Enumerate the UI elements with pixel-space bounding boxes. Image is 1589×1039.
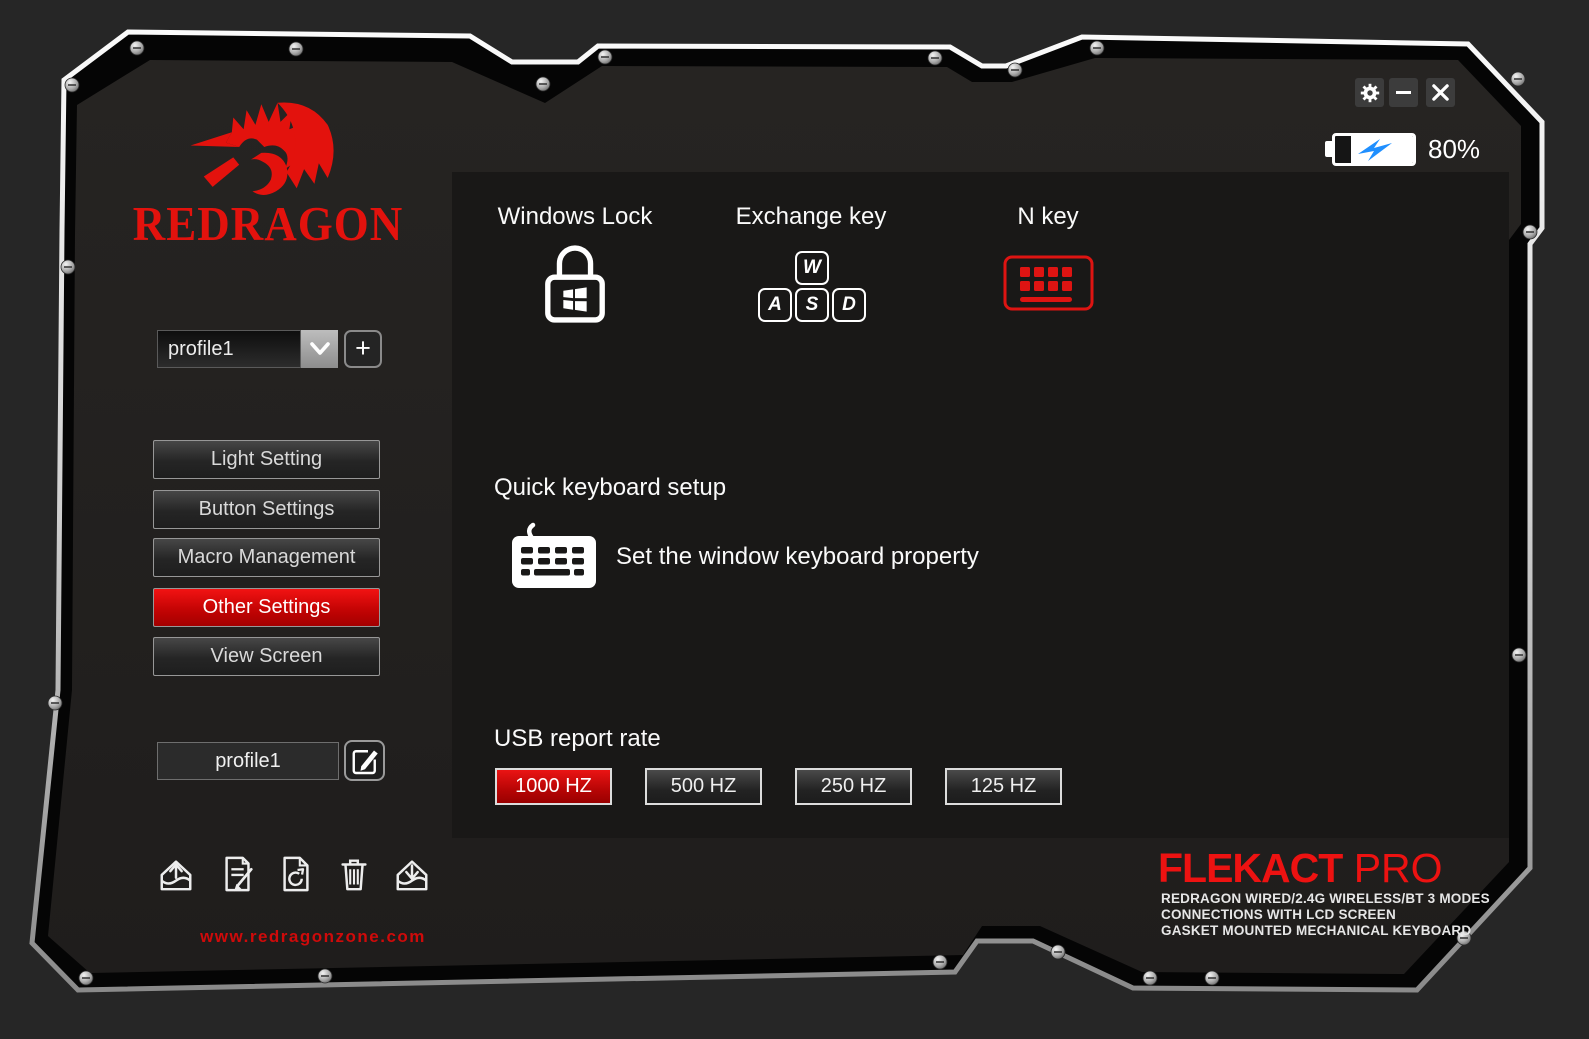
charging-bolt-icon — [1353, 138, 1397, 162]
rate-500hz-button[interactable]: 500 HZ — [645, 768, 762, 805]
quick-setup-description: Set the window keyboard property — [616, 543, 979, 571]
edit-profile-button[interactable] — [344, 740, 385, 781]
delete-icon — [335, 855, 373, 893]
product-name-thin: PRO — [1342, 845, 1442, 891]
key-w: W — [795, 251, 829, 285]
battery-icon — [1325, 141, 1332, 157]
windows-lock-icon[interactable] — [541, 244, 609, 324]
brand-name: REDRAGON — [118, 196, 418, 252]
key-s: S — [795, 288, 829, 322]
exchange-key-label: Exchange key — [701, 203, 921, 231]
export-profile-button[interactable] — [157, 855, 195, 893]
minimize-button[interactable] — [1389, 78, 1418, 107]
sidebar-item-light-setting[interactable]: Light Setting — [153, 440, 380, 479]
quick-setup-title: Quick keyboard setup — [494, 474, 726, 502]
product-name-bold: FLEKACT — [1158, 845, 1342, 891]
product-tagline-2: CONNECTIONS WITH LCD SCREEN — [1161, 907, 1396, 922]
close-icon — [1431, 83, 1450, 102]
chevron-down-icon — [309, 341, 331, 357]
rate-250hz-button[interactable]: 250 HZ — [795, 768, 912, 805]
battery-percent: 80% — [1428, 134, 1480, 165]
reset-file-icon — [277, 855, 315, 893]
key-a: A — [758, 288, 792, 322]
product-name: FLEKACT PRO — [1158, 845, 1443, 892]
edit-profile-icon — [350, 746, 380, 776]
sidebar-item-other-settings[interactable]: Other Settings — [153, 588, 380, 627]
profile-name-field[interactable]: profile1 — [157, 742, 339, 780]
key-d: D — [832, 288, 866, 322]
application-window: 80% REDRAGON profile1 + Light Setting Bu… — [0, 0, 1589, 1039]
product-tagline-1: REDRAGON WIRED/2.4G WIRELESS/BT 3 MODES — [1161, 891, 1490, 906]
close-button[interactable] — [1426, 78, 1455, 107]
battery-indicator — [1332, 133, 1416, 166]
dragon-logo — [150, 88, 380, 206]
rate-1000hz-button[interactable]: 1000 HZ — [495, 768, 612, 805]
website-link[interactable]: www.redragonzone.com — [133, 927, 493, 947]
import-profile-icon — [393, 855, 431, 893]
profile-select[interactable]: profile1 — [157, 330, 301, 368]
settings-button[interactable] — [1355, 78, 1384, 107]
keyboard-icon[interactable] — [510, 522, 598, 590]
add-profile-button[interactable]: + — [344, 330, 382, 368]
sidebar-item-view-screen[interactable]: View Screen — [153, 637, 380, 676]
settings-icon — [1360, 83, 1380, 103]
n-key-label: N key — [938, 203, 1158, 231]
delete-profile-button[interactable] — [335, 855, 373, 893]
profile-select-dropdown-button[interactable] — [301, 330, 338, 368]
import-profile-button[interactable] — [393, 855, 431, 893]
reset-file-button[interactable] — [277, 855, 315, 893]
usb-report-rate-label: USB report rate — [494, 725, 661, 753]
rate-125hz-button[interactable]: 125 HZ — [945, 768, 1062, 805]
export-profile-icon — [157, 855, 195, 893]
edit-document-button[interactable] — [219, 855, 257, 893]
windows-lock-label: Windows Lock — [465, 203, 685, 231]
sidebar-item-macro-management[interactable]: Macro Management — [153, 538, 380, 577]
edit-document-icon — [219, 855, 257, 893]
sidebar-item-button-settings[interactable]: Button Settings — [153, 490, 380, 529]
n-key-icon[interactable] — [1003, 255, 1094, 311]
product-tagline-3: GASKET MOUNTED MECHANICAL KEYBOARD — [1161, 923, 1471, 938]
minimize-icon — [1396, 91, 1411, 95]
